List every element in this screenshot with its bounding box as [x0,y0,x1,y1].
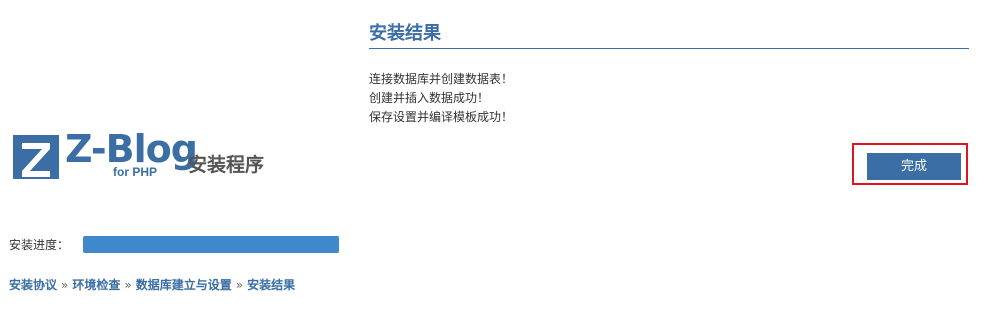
step-environment-check: 环境检查 [72,278,121,292]
finish-button-highlight: 完成 [852,143,968,185]
zblog-logo: Z-Blog for PHP 安装程序 [13,127,283,181]
result-message: 创建并插入数据成功！ [369,91,490,105]
step-separator: » [124,278,132,292]
page-title: 安装结果 [369,22,969,49]
step-license: 安装协议 [9,278,58,292]
step-separator: » [235,278,244,292]
progress-bar [83,236,339,253]
zblog-z-icon [13,135,59,179]
result-message: 保存设置并编译模板成功！ [369,110,514,124]
result-message: 连接数据库并创建数据表！ [369,72,514,86]
finish-button[interactable]: 完成 [867,153,961,180]
installer-label: 安装程序 [188,154,265,176]
logo-sub-text: for PHP [113,165,158,179]
install-steps-breadcrumb: 安装协议» 环境检查» 数据库建立与设置» 安装结果 [9,277,295,293]
installer-page: Z-Blog for PHP 安装程序 安装进度： 安装协议» 环境检查» 数据库建… [0,0,1000,322]
step-database-setup: 数据库建立与设置 [135,278,232,292]
step-separator: » [61,278,69,292]
progress-bar-fill [83,236,339,253]
install-progress: 安装进度： [9,236,349,254]
progress-label: 安装进度： [9,238,70,252]
step-install-result: 安装结果 [247,278,296,292]
result-messages: 连接数据库并创建数据表！ 创建并插入数据成功！ 保存设置并编译模板成功！ [369,70,513,127]
